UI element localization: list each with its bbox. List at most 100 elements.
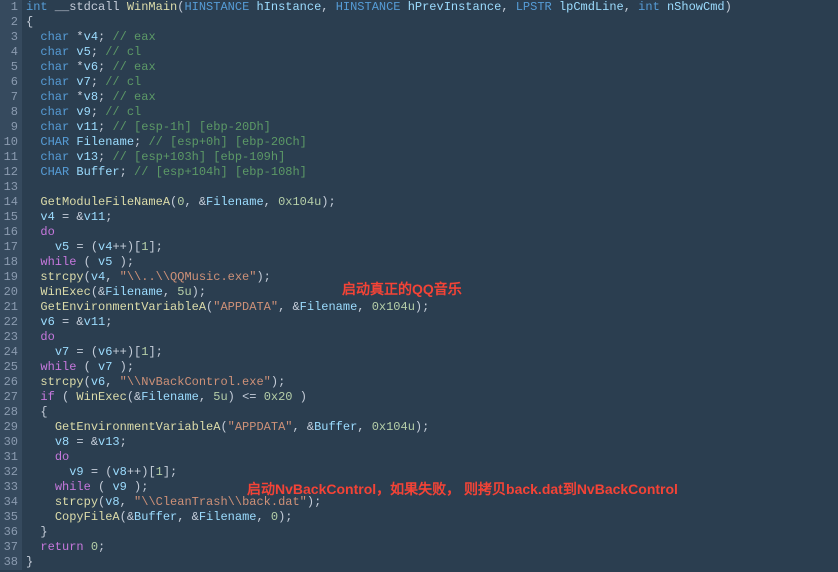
token-func: strcpy [55,495,98,509]
token-punct: ; [98,120,112,134]
token-func: GetModuleFileNameA [40,195,170,209]
token-str: "\\..\\QQMusic.exe" [120,270,257,284]
token-num: 0x104u [372,420,415,434]
token-var: v9 [112,480,126,494]
token-var: v8 [105,495,119,509]
code-line[interactable]: do [26,225,838,240]
token-punct: ) [725,0,732,14]
token-op: __stdcall [48,0,127,14]
token-punct: , [321,0,335,14]
token-var: v6 [98,345,112,359]
token-var: v8 [55,435,69,449]
token-punct: ); [278,510,292,524]
code-line[interactable]: v5 = (v4++)[1]; [26,240,838,255]
token-punct: ]; [148,240,162,254]
code-line[interactable]: char v13; // [esp+103h] [ebp-109h] [26,150,838,165]
line-number: 16 [2,225,18,240]
token-op: } [26,525,48,539]
token-var: Filename [199,510,257,524]
code-line[interactable]: CHAR Buffer; // [esp+104h] [ebp-108h] [26,165,838,180]
code-line[interactable]: CopyFileA(&Buffer, &Filename, 0); [26,510,838,525]
line-number: 32 [2,465,18,480]
code-line[interactable]: char v9; // cl [26,105,838,120]
token-op [26,480,55,494]
token-punct: ; [91,75,105,89]
token-kw: if [40,390,54,404]
code-line[interactable]: char v5; // cl [26,45,838,60]
code-line[interactable]: while ( v5 ); [26,255,838,270]
code-line[interactable]: v7 = (v6++)[1]; [26,345,838,360]
token-punct: , [256,510,270,524]
token-op [26,510,55,524]
token-var: v5 [55,240,69,254]
code-line[interactable]: v8 = &v13; [26,435,838,450]
code-line[interactable]: do [26,450,838,465]
token-op: = & [69,435,98,449]
token-punct: , [264,195,278,209]
code-line[interactable]: char v11; // [esp-1h] [ebp-20Dh] [26,120,838,135]
token-var: v13 [69,150,98,164]
token-comment: // eax [112,90,155,104]
code-line[interactable]: return 0; [26,540,838,555]
code-line[interactable] [26,180,838,195]
line-number: 37 [2,540,18,555]
line-number: 12 [2,165,18,180]
code-line[interactable]: GetEnvironmentVariableA("APPDATA", &File… [26,300,838,315]
code-line[interactable]: char v7; // cl [26,75,838,90]
token-type: CHAR [40,135,69,149]
token-op [26,495,55,509]
code-line[interactable]: strcpy(v6, "\\NvBackControl.exe"); [26,375,838,390]
code-line[interactable]: while ( v7 ); [26,360,838,375]
code-area[interactable]: 启动真正的QQ音乐 启动NvBackControl，如果失败， 则拷贝back.… [22,0,838,570]
code-line[interactable]: { [26,405,838,420]
token-type: CHAR [40,165,69,179]
token-var: v7 [98,360,112,374]
token-op: ); [127,480,149,494]
code-line[interactable]: v4 = &v11; [26,210,838,225]
code-line[interactable]: if ( WinExec(&Filename, 5u) <= 0x20 ) [26,390,838,405]
code-line[interactable]: char *v6; // eax [26,60,838,75]
code-line[interactable]: char *v4; // eax [26,30,838,45]
token-func: WinExec [76,390,126,404]
code-line[interactable]: strcpy(v8, "\\CleanTrash\\back.dat"); [26,495,838,510]
code-editor[interactable]: 1234567891011121314151617181920212223242… [0,0,838,570]
token-var: v11 [84,315,106,329]
code-line[interactable]: v6 = &v11; [26,315,838,330]
token-var: hPrevInstance [401,0,502,14]
token-type: char [40,150,69,164]
token-var: v7 [69,75,91,89]
token-num: 5u [213,390,227,404]
token-comment: // cl [105,45,141,59]
code-line[interactable]: { [26,15,838,30]
token-var: v9 [69,465,83,479]
token-punct: , [105,270,119,284]
token-var: v5 [98,255,112,269]
token-punct: , [357,420,371,434]
token-var: v4 [84,30,98,44]
token-punct: , & [177,510,199,524]
token-op [26,45,40,59]
token-punct: ; [98,150,112,164]
code-line[interactable]: } [26,555,838,570]
code-line[interactable]: } [26,525,838,540]
code-line[interactable]: int __stdcall WinMain(HINSTANCE hInstanc… [26,0,838,15]
code-line[interactable]: GetEnvironmentVariableA("APPDATA", &Buff… [26,420,838,435]
annotation-nvbackcontrol: 启动NvBackControl，如果失败， 则拷贝back.dat到NvBack… [247,482,678,497]
token-op [26,30,40,44]
token-punct: ; [120,435,127,449]
code-line[interactable]: GetModuleFileNameA(0, &Filename, 0x104u)… [26,195,838,210]
code-line[interactable]: do [26,330,838,345]
line-number: 30 [2,435,18,450]
token-punct: , [624,0,638,14]
token-op: = ( [84,465,113,479]
token-op: ++)[ [112,345,141,359]
code-line[interactable]: v9 = (v8++)[1]; [26,465,838,480]
token-func: WinMain [127,0,177,14]
token-num: 0x20 [264,390,293,404]
code-line[interactable]: char *v8; // eax [26,90,838,105]
code-line[interactable]: CHAR Filename; // [esp+0h] [ebp-20Ch] [26,135,838,150]
token-var: Filename [300,300,358,314]
token-type: char [40,60,69,74]
line-number: 20 [2,285,18,300]
token-func: strcpy [40,270,83,284]
